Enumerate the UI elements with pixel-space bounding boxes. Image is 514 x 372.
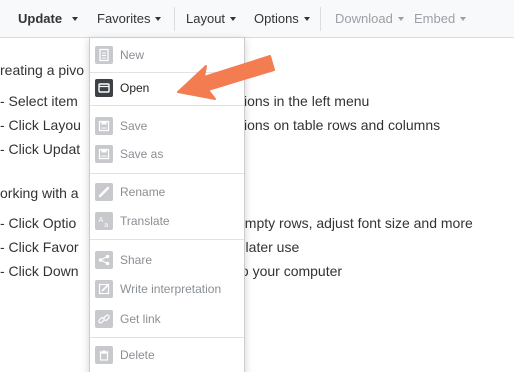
menu-item-save[interactable]: Save bbox=[90, 114, 244, 142]
toolbar-divider bbox=[174, 7, 175, 31]
toolbar: Update Favorites Layout Options Download… bbox=[0, 0, 514, 38]
svg-text:a: a bbox=[104, 221, 108, 229]
help-line-left: - Click Optio bbox=[0, 215, 77, 231]
help-line-left: - Click Layou bbox=[0, 117, 81, 133]
embed-button[interactable]: Embed bbox=[414, 11, 467, 26]
menu-item-label: Save bbox=[120, 119, 148, 133]
help-line-left: - Click Down bbox=[0, 263, 79, 279]
update-button[interactable]: Update bbox=[18, 11, 79, 26]
help-line-left: - Select item bbox=[0, 93, 78, 109]
help-line-right: empty rows, adjust font size and more bbox=[237, 215, 473, 231]
menu-item-label: Save as bbox=[120, 147, 164, 161]
chevron-down-icon bbox=[397, 16, 404, 21]
edit-icon bbox=[95, 280, 113, 298]
update-label: Update bbox=[18, 11, 63, 26]
menu-item-delete[interactable]: Delete bbox=[90, 343, 244, 371]
toolbar-divider bbox=[320, 7, 321, 31]
link-icon bbox=[95, 310, 113, 328]
menu-divider bbox=[90, 173, 244, 174]
menu-item-get-link[interactable]: Get link bbox=[90, 307, 244, 335]
help-line-right: to your computer bbox=[237, 263, 343, 279]
embed-label: Embed bbox=[414, 11, 456, 26]
favorites-label: Favorites bbox=[97, 11, 151, 26]
menu-item-label: Get link bbox=[120, 312, 161, 326]
share-icon bbox=[95, 251, 113, 269]
trash-icon bbox=[95, 346, 113, 364]
chevron-down-icon bbox=[230, 16, 237, 21]
layout-label: Layout bbox=[186, 11, 226, 26]
menu-item-label: Rename bbox=[120, 185, 166, 199]
menu-item-write-interpretation[interactable]: Write interpretation bbox=[90, 277, 244, 305]
section-heading: reating a pivo bbox=[0, 62, 85, 78]
chevron-down-icon bbox=[303, 16, 310, 21]
save-icon bbox=[95, 117, 113, 135]
menu-item-label: Share bbox=[120, 253, 153, 267]
options-button[interactable]: Options bbox=[254, 11, 310, 26]
chevron-down-icon bbox=[155, 16, 162, 21]
folder-open-icon bbox=[95, 79, 113, 97]
options-label: Options bbox=[254, 11, 299, 26]
new-file-icon bbox=[95, 46, 113, 64]
menu-item-label: Delete bbox=[120, 348, 155, 362]
menu-item-label: Open bbox=[120, 81, 150, 95]
chevron-down-icon bbox=[72, 16, 79, 21]
menu-item-label: New bbox=[120, 48, 145, 62]
menu-item-label: Translate bbox=[120, 214, 170, 228]
favorites-button[interactable]: Favorites bbox=[97, 11, 162, 26]
help-line-right: sions on table rows and columns bbox=[237, 117, 441, 133]
menu-item-save-as[interactable]: Save as bbox=[90, 142, 244, 170]
help-line-left: - Click Favor bbox=[0, 239, 79, 255]
download-button[interactable]: Download bbox=[335, 11, 404, 26]
menu-item-label: Write interpretation bbox=[120, 282, 222, 296]
section-heading: orking with a bbox=[0, 185, 79, 201]
chevron-down-icon bbox=[460, 16, 467, 21]
help-line-left: - Click Updat bbox=[0, 141, 81, 157]
menu-divider bbox=[90, 337, 244, 338]
pivot-table-app: Update Favorites Layout Options Download… bbox=[0, 0, 514, 372]
help-line-right: r later use bbox=[237, 239, 300, 255]
annotation-arrow-icon bbox=[177, 55, 275, 100]
menu-item-share[interactable]: Share bbox=[90, 248, 244, 276]
download-label: Download bbox=[335, 11, 393, 26]
menu-divider bbox=[90, 239, 244, 240]
svg-text:A: A bbox=[99, 216, 104, 224]
save-as-icon bbox=[95, 145, 113, 163]
layout-button[interactable]: Layout bbox=[186, 11, 237, 26]
pencil-icon bbox=[95, 183, 113, 201]
menu-item-rename[interactable]: Rename bbox=[90, 180, 244, 208]
translate-icon: Aa bbox=[95, 212, 113, 230]
menu-item-translate[interactable]: Aa Translate bbox=[90, 209, 244, 237]
